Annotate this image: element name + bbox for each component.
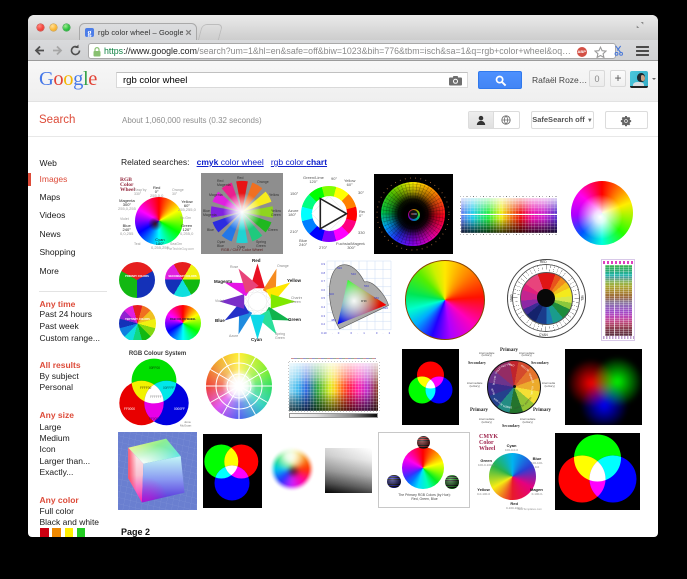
svg-text:00FFFF: 00FFFF (163, 386, 174, 390)
svg-text:FF0000: FF0000 (124, 407, 135, 411)
svg-text:FFFFFF: FFFFFF (150, 395, 162, 399)
svg-text:McGuan: McGuan (180, 424, 192, 428)
svg-text:0000FF: 0000FF (174, 407, 185, 411)
svg-text:FF00FF: FF00FF (149, 417, 160, 421)
svg-text:00FF00: 00FF00 (149, 366, 160, 370)
svg-text:FFFF00: FFFF00 (140, 386, 152, 390)
